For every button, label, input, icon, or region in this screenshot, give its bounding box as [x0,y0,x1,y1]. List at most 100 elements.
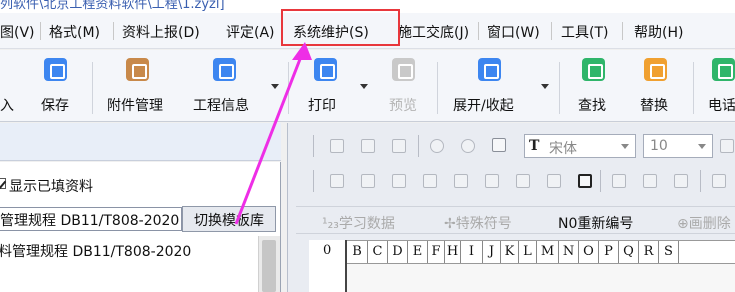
project-info-button[interactable]: 工程信息 [193,95,249,115]
column-header-row: BCDEFHIJKLMNOPQRS [309,240,735,264]
draw-delete-button[interactable]: ⊕画删除 [677,213,731,233]
redo-icon[interactable] [461,139,475,153]
distribute-icon[interactable] [643,174,657,188]
toolbar: 入 保存 附件管理 工程信息 打印 预览 展开/收起 查找 替换 电话 [0,50,735,122]
column-header-p[interactable]: P [599,241,619,263]
column-header-j[interactable]: J [483,241,501,263]
column-header-k[interactable]: K [501,241,519,263]
column-header-n[interactable]: N [559,241,579,263]
menu-divider [478,22,479,40]
format-divider [700,170,701,192]
format-divider [600,170,601,192]
switch-template-button[interactable]: 切换模板库 [182,206,276,232]
menu-window[interactable]: 窗口(W) [487,22,540,42]
replace-icon [644,58,667,81]
column-header-b[interactable]: B [347,241,368,263]
column-header-e[interactable]: E [408,241,428,263]
save-icon [44,58,67,81]
table-icon[interactable] [720,139,734,153]
insert-row-icon[interactable] [330,174,344,188]
font-type-icon: T [529,138,540,154]
font-size-select[interactable]: 10 [643,134,713,158]
column-header-c[interactable]: C [368,241,388,263]
left-scrollbar-thumb[interactable] [262,240,276,292]
replace-button[interactable]: 替换 [640,95,668,115]
menu-view[interactable]: 图(V) [0,22,35,42]
column-header-h[interactable]: H [445,241,461,263]
sheet-corner: 0 [309,240,347,292]
tree-item-regulation[interactable]: 料管理规程 DB11/T808-2020 [0,241,191,261]
border-icon[interactable] [485,174,499,188]
phone-button[interactable]: 电话 [708,95,735,115]
project-info-icon [213,58,236,81]
format-divider [313,170,314,192]
cell-format-icon[interactable] [547,174,561,188]
menu-construction-briefing[interactable]: 施工交底(J) [398,22,469,42]
sheet-body[interactable] [309,264,735,292]
indent-icon[interactable] [392,174,406,188]
insert-column-icon[interactable] [361,174,375,188]
column-header-o[interactable]: O [579,241,599,263]
chevron-down-icon [698,144,706,149]
menu-format[interactable]: 格式(M) [49,22,100,42]
cut-icon[interactable] [361,139,375,153]
grid-icon[interactable] [516,174,530,188]
show-filled-checkbox-row[interactable]: 显示已填资料 [0,176,93,196]
font-family-select[interactable]: T 宋体 [524,134,636,158]
chevron-down-icon[interactable] [541,84,549,89]
chevron-down-icon [621,144,629,149]
undo-icon[interactable] [430,139,444,153]
column-header-i[interactable]: I [461,241,483,263]
menu-highlight-box [281,9,400,46]
find-button[interactable]: 查找 [578,95,606,115]
copy-icon[interactable] [330,139,344,153]
search-icon [582,58,605,81]
font-size-value: 10 [650,138,668,154]
align-icon[interactable] [612,174,626,188]
row-header-label: 0 [323,243,332,258]
chevron-down-icon[interactable] [271,84,279,89]
menu-tools[interactable]: 工具(T) [561,22,608,42]
toolbar-divider [693,62,694,114]
import-button[interactable]: 入 [0,95,14,115]
expand-collapse-button[interactable]: 展开/收起 [453,95,514,115]
print-icon [314,58,337,81]
merge-cells-icon[interactable] [423,174,437,188]
sign-icon[interactable] [674,174,688,188]
regulation-field[interactable]: 管理规程 DB11/T808-2020 [0,207,182,231]
menu-help[interactable]: 帮助(H) [634,22,683,42]
column-header-r[interactable]: R [639,241,659,263]
menu-data-report[interactable]: 资料上报(D) [122,22,200,42]
column-header-m[interactable]: M [537,241,559,263]
toolbar-divider [437,62,438,114]
column-header-l[interactable]: L [519,241,537,263]
column-header-s[interactable]: S [659,241,679,263]
renumber-button[interactable]: N0重新编号 [558,213,633,233]
print-button[interactable]: 打印 [308,95,336,115]
phone-icon [712,58,735,81]
toolbar-divider [288,62,289,114]
paste-icon[interactable] [392,139,406,153]
image-icon[interactable] [712,174,726,188]
column-header-q[interactable]: Q [619,241,639,263]
chevron-down-icon[interactable] [360,84,368,89]
show-filled-checkbox[interactable] [0,178,6,189]
save-button[interactable]: 保存 [41,95,69,115]
attachment-manage-button[interactable]: 附件管理 [107,95,163,115]
show-filled-label: 显示已填资料 [9,179,93,195]
format-painter-icon[interactable] [492,138,506,152]
font-family-value: 宋体 [549,141,577,157]
menu-evaluate[interactable]: 评定(A) [226,22,275,42]
toolbar-divider [92,62,93,114]
lock-icon[interactable] [578,174,592,188]
column-header-d[interactable]: D [388,241,408,263]
menu-divider [113,22,114,40]
column-header-f[interactable]: F [428,241,445,263]
learn-data-button[interactable]: ¹₂₃学习数据 [322,213,395,233]
special-symbol-button[interactable]: ✢特殊符号 [444,213,512,233]
split-cells-icon[interactable] [454,174,468,188]
menu-divider [622,22,623,40]
expand-icon [478,58,501,81]
preview-button[interactable]: 预览 [389,95,417,115]
action-row: ¹₂₃学习数据 ✢特殊符号 N0重新编号 ⊕画删除 [296,206,735,234]
